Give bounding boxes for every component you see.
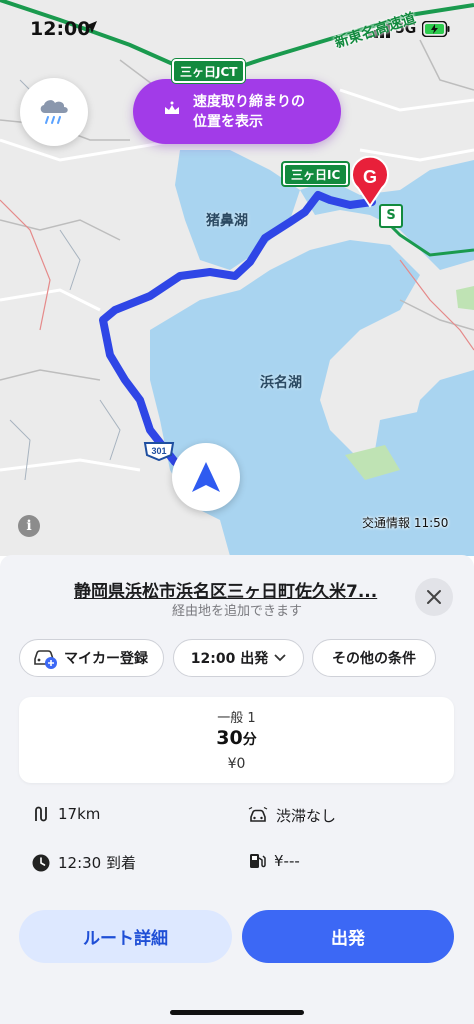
jct-sign: 三ヶ日JCT [172, 59, 246, 83]
departure-time-label: 12:00 出発 [190, 651, 269, 667]
route-toll: ¥0 [227, 756, 246, 772]
route-type: 一般 1 [217, 711, 256, 726]
traffic-info-timestamp: 交通情報 11:50 [362, 516, 449, 530]
departure-time-chip[interactable]: 12:00 出発 [173, 639, 304, 677]
car-add-icon [34, 650, 57, 669]
distance-value: 17km [58, 805, 101, 823]
traffic-value: 渋滞なし [276, 807, 337, 825]
route-option-card[interactable]: 一般 1 30分 ¥0 [19, 697, 454, 783]
ic-sign: 三ヶ日IC [281, 161, 351, 187]
speed-enforcement-button[interactable]: 速度取り締まりの 位置を表示 [133, 79, 341, 144]
navigation-arrow-icon [192, 462, 220, 492]
clock-icon [32, 854, 50, 871]
route-duration: 30分 [19, 727, 454, 749]
current-location-button[interactable] [172, 443, 240, 511]
start-marker: S [379, 204, 403, 228]
battery-charging-icon [422, 21, 450, 37]
traffic-icon [248, 806, 268, 822]
route-detail-button[interactable]: ルート詳細 [19, 910, 232, 963]
speed-enforcement-line1: 速度取り締まりの [193, 94, 305, 110]
home-indicator[interactable] [170, 1010, 304, 1015]
crown-icon [165, 101, 179, 114]
fuel-pump-icon [250, 854, 266, 868]
start-navigation-button[interactable]: 出発 [242, 910, 454, 963]
route-301-shield-icon: 301 [143, 442, 175, 461]
register-car-chip[interactable]: マイカー登録 [19, 639, 164, 677]
fuel-value: ¥--- [274, 852, 300, 870]
other-conditions-chip[interactable]: その他の条件 [312, 639, 436, 677]
arrival-value: 12:30 到着 [58, 854, 136, 872]
arrival-stat: 12:30 到着 [32, 852, 136, 873]
ic-sign-label: 三ヶ日IC [285, 165, 347, 184]
fuel-stat: ¥--- [248, 852, 300, 870]
speed-enforcement-line2: 位置を表示 [193, 114, 263, 130]
lake-inohana-label: 猪鼻湖 [206, 213, 248, 229]
close-icon [427, 590, 441, 604]
traffic-stat: 渋滞なし [248, 805, 336, 826]
route-panel: 静岡県浜松市浜名区三ヶ日町佐久米7... 経由地を追加できます マイカー登録 1… [0, 555, 474, 1024]
rain-cloud-icon [40, 100, 68, 124]
map-info-button[interactable]: i [18, 515, 40, 537]
chevron-down-icon [274, 654, 286, 662]
status-time: 12:00 [30, 18, 91, 40]
route-duration-value: 30 [216, 727, 243, 749]
distance-stat: 17km [32, 805, 100, 823]
distance-route-icon [35, 806, 47, 822]
lake-hamana-label: 浜名湖 [260, 375, 302, 391]
goal-pin-icon[interactable]: G [350, 156, 390, 208]
map-view[interactable]: 12:00 5G 速度取り締まりの 位置を表示 三ヶ日JCT 三ヶ日IC 新東名… [0, 0, 474, 556]
route-duration-unit: 分 [242, 732, 257, 748]
close-button[interactable] [415, 578, 453, 616]
goal-marker-label: G [363, 167, 377, 187]
weather-button[interactable] [20, 78, 88, 146]
route-shield-number: 301 [151, 446, 166, 456]
destination-title[interactable]: 静岡県浜松市浜名区三ヶ日町佐久米7... [74, 577, 400, 602]
register-car-label: マイカー登録 [64, 651, 148, 667]
other-conditions-label: その他の条件 [332, 651, 416, 667]
add-waypoint-hint[interactable]: 経由地を追加できます [74, 600, 400, 619]
location-arrow-icon [85, 21, 97, 33]
